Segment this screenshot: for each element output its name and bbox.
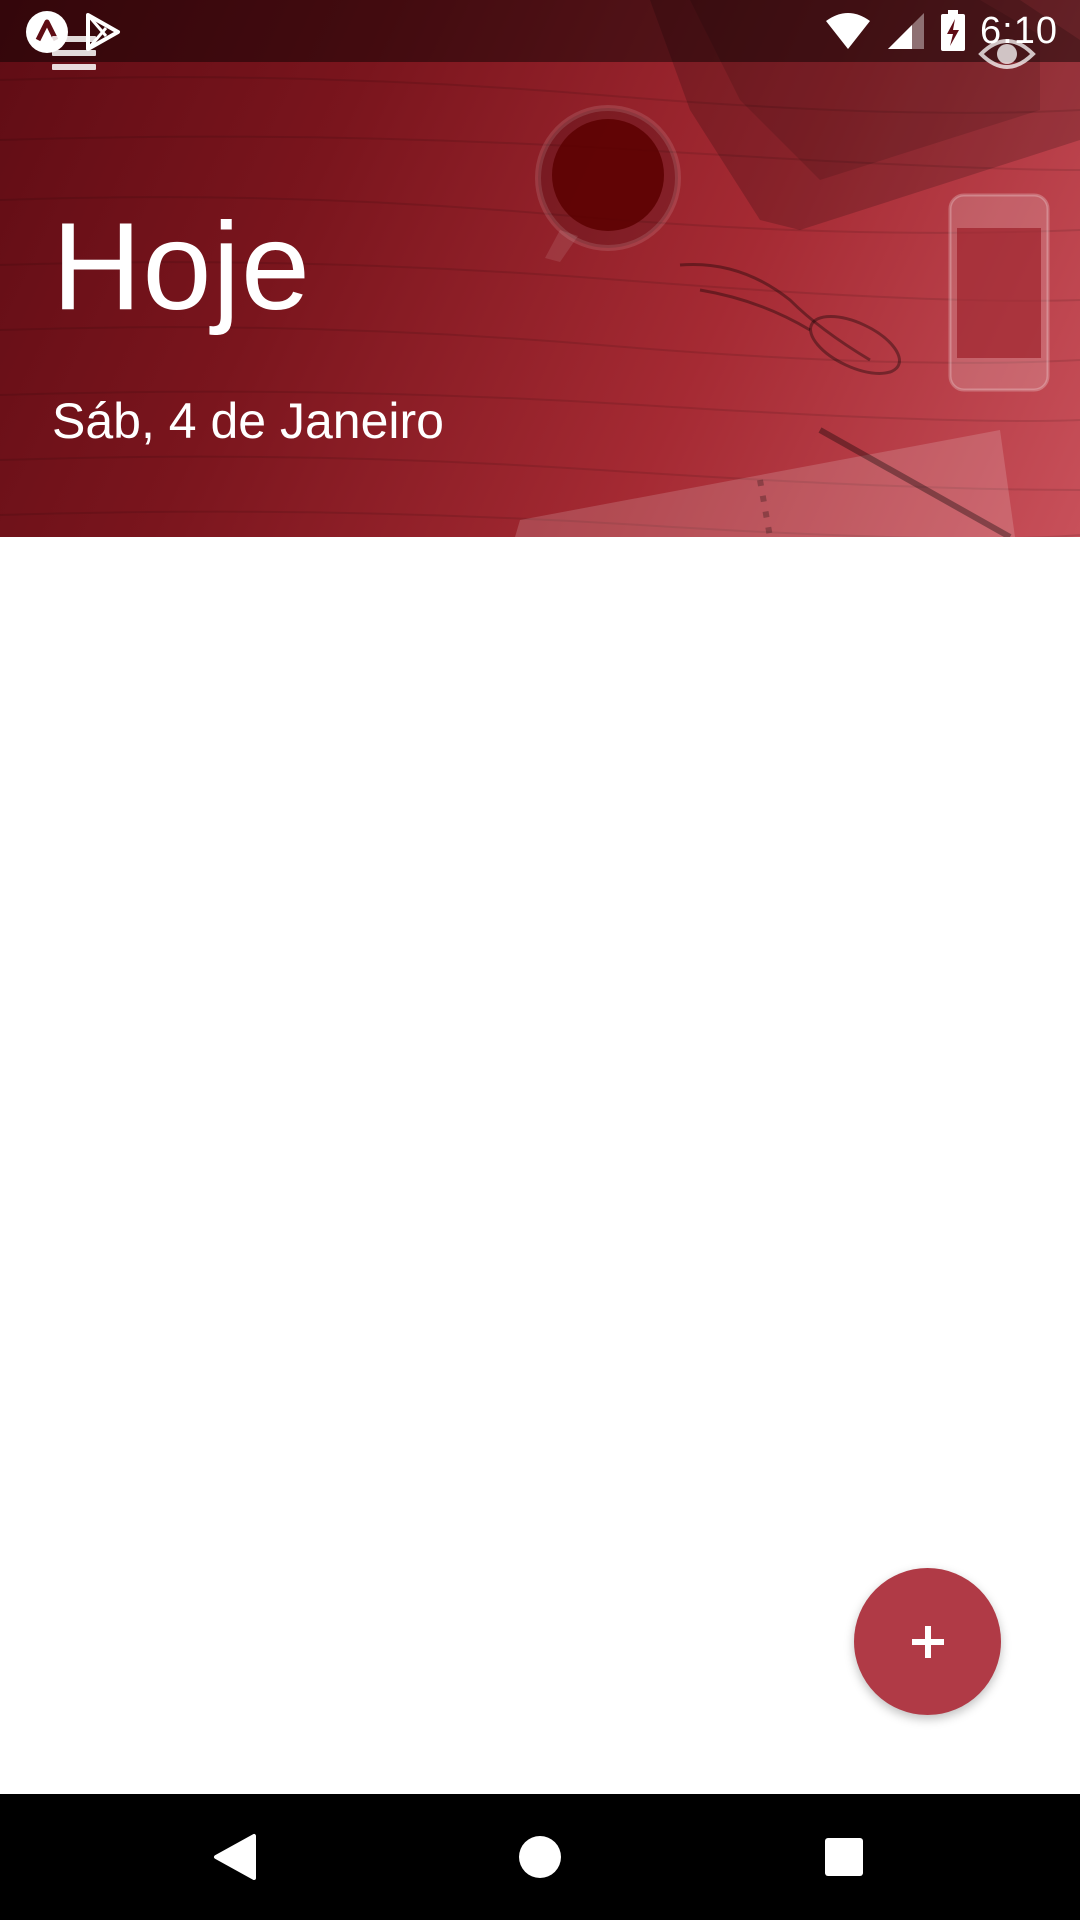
wifi-icon	[826, 13, 871, 49]
app-screen: 6:10 Hoje Sáb, 4 de Janeiro	[0, 0, 1080, 1920]
home-button[interactable]	[505, 1822, 575, 1892]
recents-icon	[825, 1838, 863, 1876]
navigation-bar	[0, 1794, 1080, 1920]
coffee-cup-shape	[535, 105, 681, 262]
glasses-shape	[679, 262, 901, 375]
signal-icon	[888, 13, 925, 49]
date-subtitle: Sáb, 4 de Janeiro	[52, 393, 444, 449]
add-button[interactable]	[854, 1568, 1001, 1715]
status-bar: 6:10	[0, 0, 1080, 62]
header-banner: 6:10 Hoje Sáb, 4 de Janeiro	[0, 0, 1080, 537]
visibility-toggle-button[interactable]	[978, 32, 1036, 76]
recents-button[interactable]	[809, 1822, 879, 1892]
eye-icon	[978, 39, 1036, 69]
home-icon	[519, 1836, 561, 1878]
phone-shape	[948, 193, 1050, 392]
plus-icon	[911, 1625, 944, 1658]
menu-button[interactable]	[48, 30, 104, 78]
notebook-shape	[515, 427, 1015, 537]
page-title: Hoje	[52, 198, 312, 336]
battery-charging-icon	[941, 10, 966, 51]
back-icon	[214, 1834, 256, 1880]
back-button[interactable]	[200, 1822, 270, 1892]
